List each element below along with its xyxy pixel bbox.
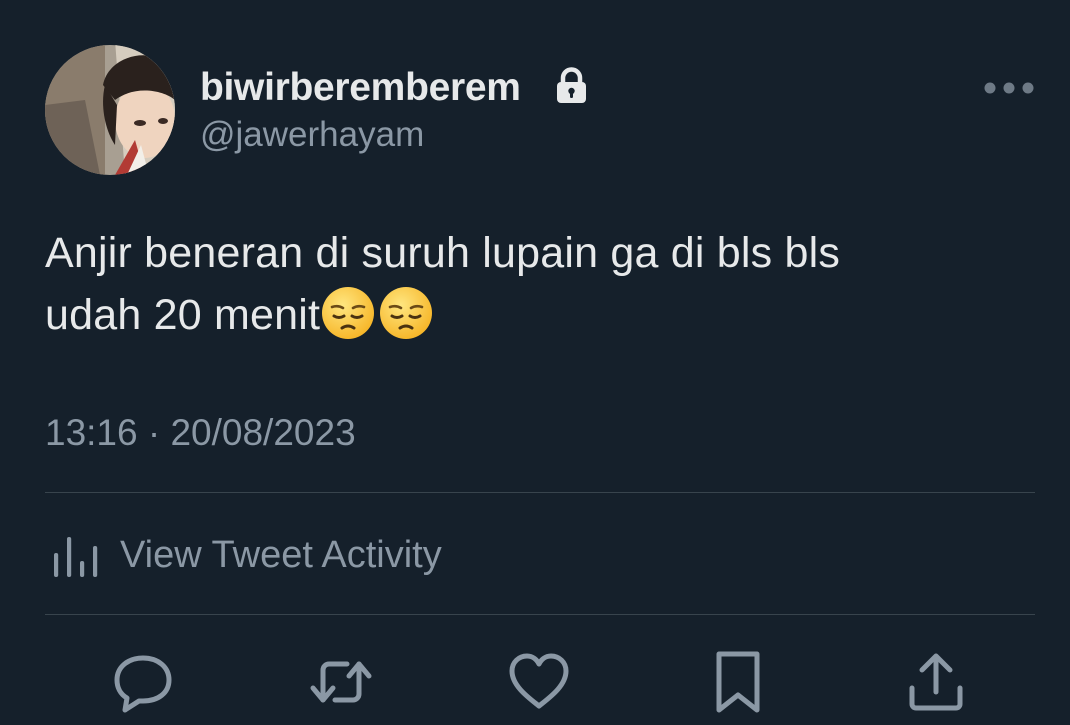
heart-icon xyxy=(509,653,569,709)
tweet-line: Anjir beneran di suruh lupain ga di bls … xyxy=(45,229,841,277)
bookmark-icon xyxy=(716,651,760,713)
author-handle[interactable]: @jawerhayam xyxy=(200,113,424,157)
pensive-face-emoji xyxy=(320,285,376,341)
analytics-icon xyxy=(54,537,98,577)
pensive-face-emoji xyxy=(378,285,434,341)
divider xyxy=(45,492,1035,493)
view-tweet-activity-button[interactable]: View Tweet Activity xyxy=(52,530,442,580)
more-options-icon[interactable] xyxy=(981,78,1037,98)
tweet-line-with-emoji: udah 20 menit xyxy=(45,284,1045,346)
reply-icon xyxy=(114,655,172,713)
view-tweet-activity-label: View Tweet Activity xyxy=(120,533,442,576)
bookmark-button[interactable] xyxy=(706,650,770,714)
reply-button[interactable] xyxy=(111,650,175,714)
avatar[interactable] xyxy=(45,45,175,175)
divider xyxy=(45,614,1035,615)
tweet-line: udah 20 menit xyxy=(45,291,321,339)
like-button[interactable] xyxy=(507,650,571,714)
tweet-text: Anjir beneran di suruh lupain ga di bls … xyxy=(45,222,1045,346)
retweet-icon xyxy=(310,661,372,703)
profile-photo xyxy=(45,45,175,175)
lock-icon xyxy=(555,67,588,104)
retweet-button[interactable] xyxy=(309,650,373,714)
share-button[interactable] xyxy=(904,650,968,714)
display-name[interactable]: biwirberemberem xyxy=(200,64,521,112)
tweet-timestamp[interactable]: 13:16 · 20/08/2023 xyxy=(45,410,356,456)
share-icon xyxy=(909,653,963,711)
